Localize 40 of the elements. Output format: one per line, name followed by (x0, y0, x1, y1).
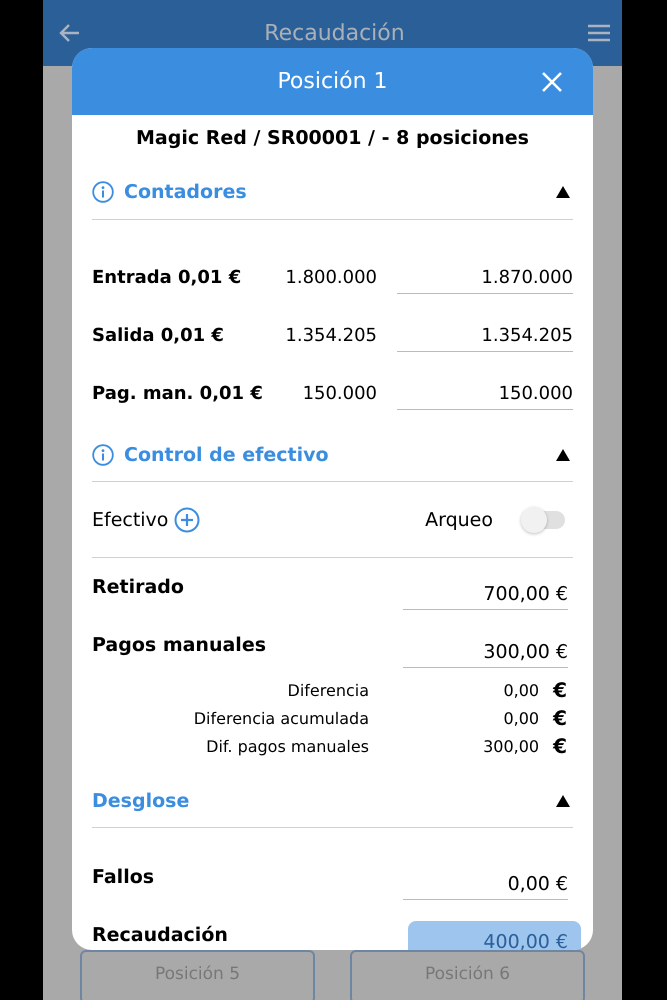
menu-icon[interactable] (588, 24, 610, 42)
counter-reading: 1.800.000 (284, 267, 378, 288)
summary-label: Dif. pagos manuales (205, 736, 369, 756)
summary-amount: 0,00 (502, 680, 540, 700)
currency-sign: € (553, 678, 567, 702)
summary-amount: 0,00 (502, 708, 540, 728)
counter-label: Entrada 0,01 € (92, 267, 242, 288)
counter-reading: 150.000 (302, 383, 378, 404)
counter-reading: 1.354.205 (284, 325, 378, 346)
info-icon (92, 181, 114, 203)
field-label: Retirado (92, 576, 184, 598)
collapse-triangle-icon[interactable] (556, 449, 570, 461)
cash-label: Efectivo (92, 508, 168, 530)
counter-input[interactable]: 150.000 (397, 378, 573, 410)
amount-input[interactable]: 400,00 € (408, 920, 581, 950)
collapse-triangle-icon[interactable] (556, 795, 570, 807)
add-icon[interactable] (174, 506, 200, 532)
summary-amount: 300,00 (482, 736, 540, 756)
summary-label: Diferencia (286, 680, 369, 700)
field-label: Pagos manuales (92, 634, 266, 656)
back-arrow-icon[interactable] (59, 23, 81, 43)
currency-sign: € (553, 734, 567, 758)
dialog-subtitle: Magic Red / SR00001 / - 8 posiciones (135, 126, 530, 151)
amount-input[interactable]: 300,00 € (403, 630, 568, 668)
counter-label: Salida 0,01 € (92, 325, 224, 346)
amount-input[interactable]: 700,00 € (403, 572, 568, 610)
summary-label: Diferencia acumulada (192, 708, 369, 728)
amount-input[interactable]: 0,00 € (403, 862, 568, 900)
counter-label: Pag. man. 0,01 € (92, 383, 263, 404)
info-icon (92, 444, 114, 466)
count-label: Arqueo (425, 508, 493, 530)
app-bar-title: Recaudación (264, 20, 405, 46)
currency-sign: € (553, 706, 567, 730)
collapse-triangle-icon[interactable] (556, 186, 570, 198)
counter-input[interactable]: 1.354.205 (397, 320, 573, 352)
counter-input[interactable]: 1.870.000 (397, 262, 573, 294)
dialog-title: Posición 1 (277, 69, 388, 94)
field-label: Recaudación (92, 924, 228, 946)
close-icon[interactable] (541, 71, 563, 93)
field-label: Fallos (92, 866, 154, 888)
